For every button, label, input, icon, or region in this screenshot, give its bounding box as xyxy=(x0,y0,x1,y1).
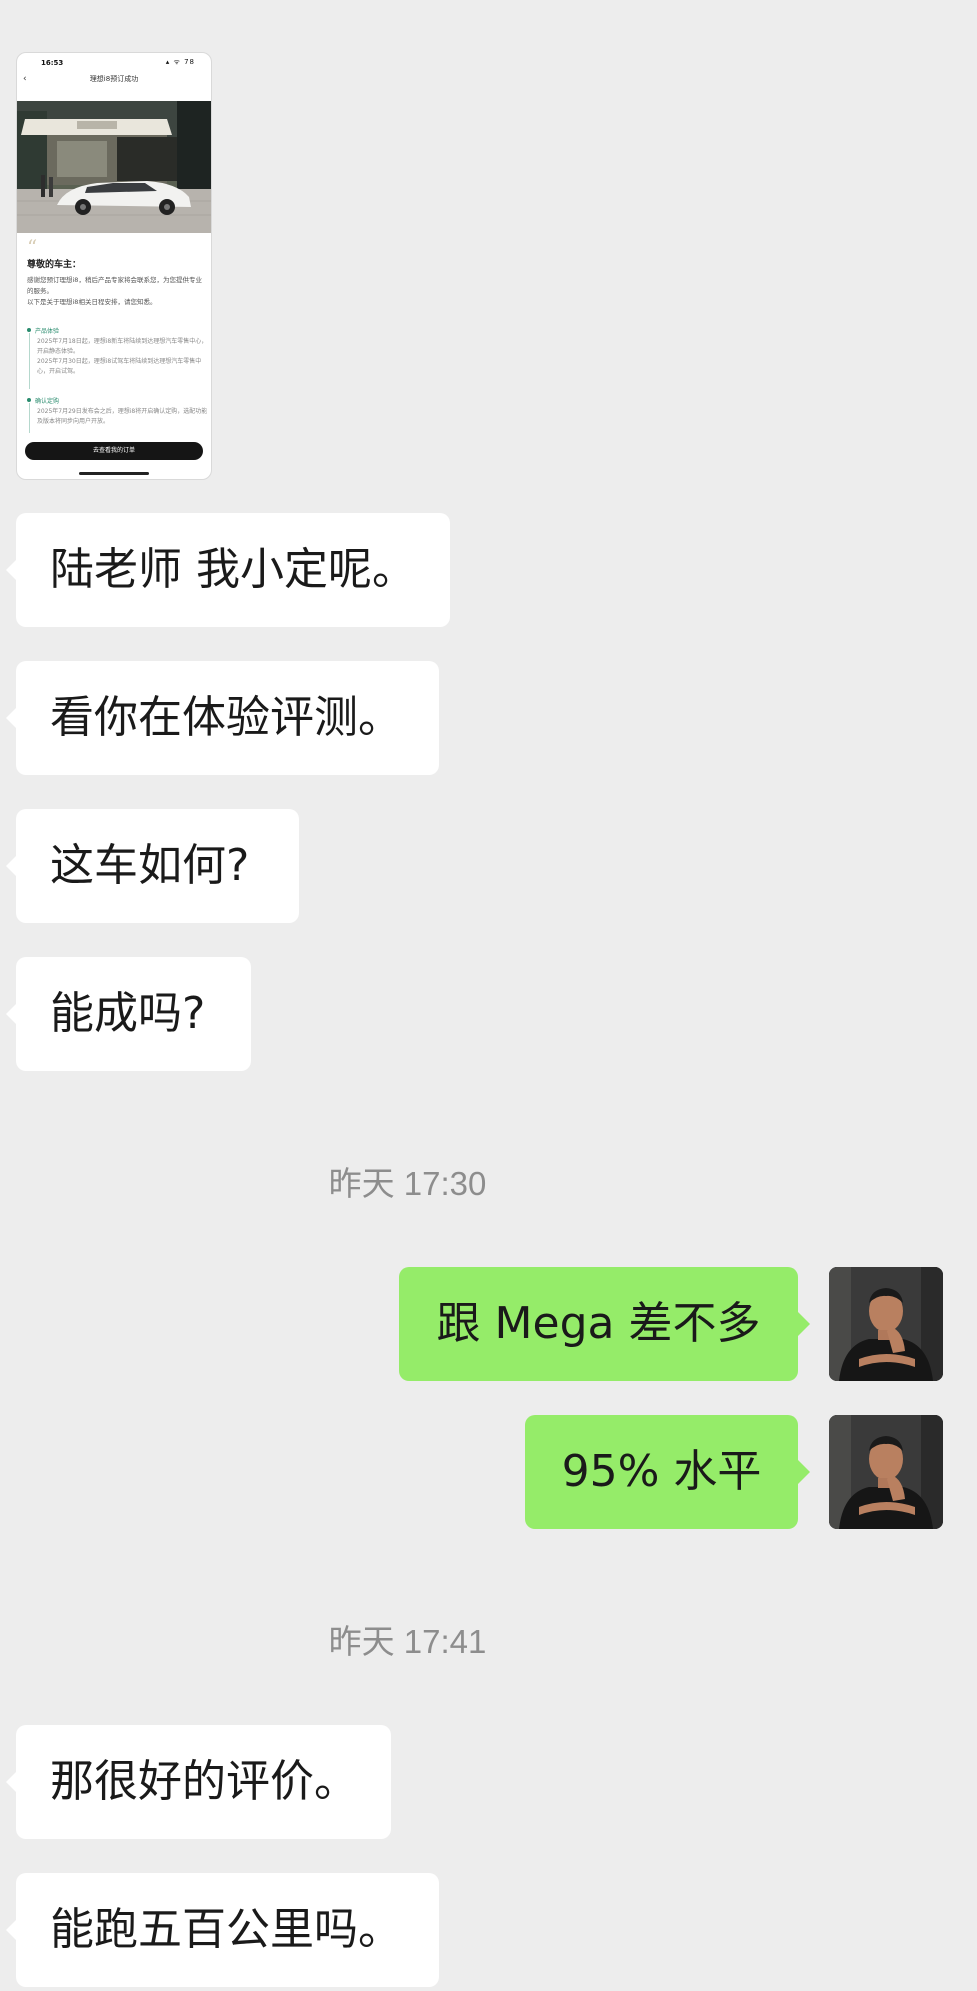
greeting-text: 尊敬的车主： xyxy=(27,260,82,270)
avatar-portrait-icon xyxy=(829,1267,943,1381)
user-avatar[interactable] xyxy=(829,1415,943,1529)
timeline-dot-icon xyxy=(27,398,31,402)
message-bubble-incoming[interactable]: 看你在体验评测。 xyxy=(6,661,439,775)
message-bubble-outgoing[interactable]: 跟 Mega 差不多 xyxy=(399,1267,810,1381)
avatar-portrait-icon xyxy=(829,1415,943,1529)
quote-mark-icon: “ xyxy=(27,235,38,259)
home-indicator xyxy=(79,472,149,475)
message-timestamp: 昨天 17:41 xyxy=(328,1623,487,1660)
schedule-section-order: 确认定购 2025年7月29日发布会之后，理想i8将开启确认定购，选配功能及版本… xyxy=(27,396,207,440)
intro-text: 感谢您预订理想i8，稍后产品专家将会联系您，为您提供专业的服务。 以下是关于理想… xyxy=(27,276,202,306)
message-bubble-incoming[interactable]: 能跑五百公里吗。 xyxy=(6,1873,439,1987)
message-bubble-incoming[interactable]: 这车如何? xyxy=(6,809,299,923)
status-time: 16:53 xyxy=(41,59,64,67)
message-bubble-incoming[interactable]: 那很好的评价。 xyxy=(6,1725,391,1839)
message-bubble-outgoing[interactable]: 95% 水平 xyxy=(525,1415,810,1529)
timeline-line xyxy=(28,403,30,433)
nav-bar: ‹ 理想i8预订成功 xyxy=(17,70,211,88)
message-bubble-incoming[interactable]: 陆老师 我小定呢。 xyxy=(6,513,450,627)
status-bar: 16:53 ▴ ᯤ 78 xyxy=(17,53,211,69)
message-bubble-incoming[interactable]: 能成吗? xyxy=(6,957,251,1071)
user-avatar[interactable] xyxy=(829,1267,943,1381)
section-title: 确认定购 xyxy=(35,398,60,405)
section-title: 产品体验 xyxy=(35,328,60,335)
back-arrow-icon: ‹ xyxy=(23,74,27,84)
section-text: 2025年7月18日起，理想i8新车将陆续到达理想汽车零售中心，开启静态体验。 … xyxy=(37,338,208,375)
shared-image-message[interactable]: 16:53 ▴ ᯤ 78 ‹ 理想i8预订成功 “ 尊敬的车主： 感谢您预订理想… xyxy=(16,52,212,480)
storefront-photo xyxy=(17,101,211,233)
nav-title: 理想i8预订成功 xyxy=(89,75,139,83)
timeline-line xyxy=(28,333,30,389)
timeline-dot-icon xyxy=(27,328,31,332)
section-text: 2025年7月29日发布会之后，理想i8将开启确认定购，选配功能及版本将同步向用… xyxy=(37,408,208,425)
schedule-section-experience: 产品体验 2025年7月18日起，理想i8新车将陆续到达理想汽车零售中心，开启静… xyxy=(27,326,207,396)
storefront-car-illustration xyxy=(17,101,211,233)
view-order-button: 去查看我的订单 xyxy=(25,442,203,460)
message-timestamp: 昨天 17:30 xyxy=(328,1165,487,1202)
chat-window: 16:53 ▴ ᯤ 78 ‹ 理想i8预订成功 “ 尊敬的车主： 感谢您预订理想… xyxy=(0,0,977,1991)
status-icons: ▴ ᯤ 78 xyxy=(165,58,195,66)
